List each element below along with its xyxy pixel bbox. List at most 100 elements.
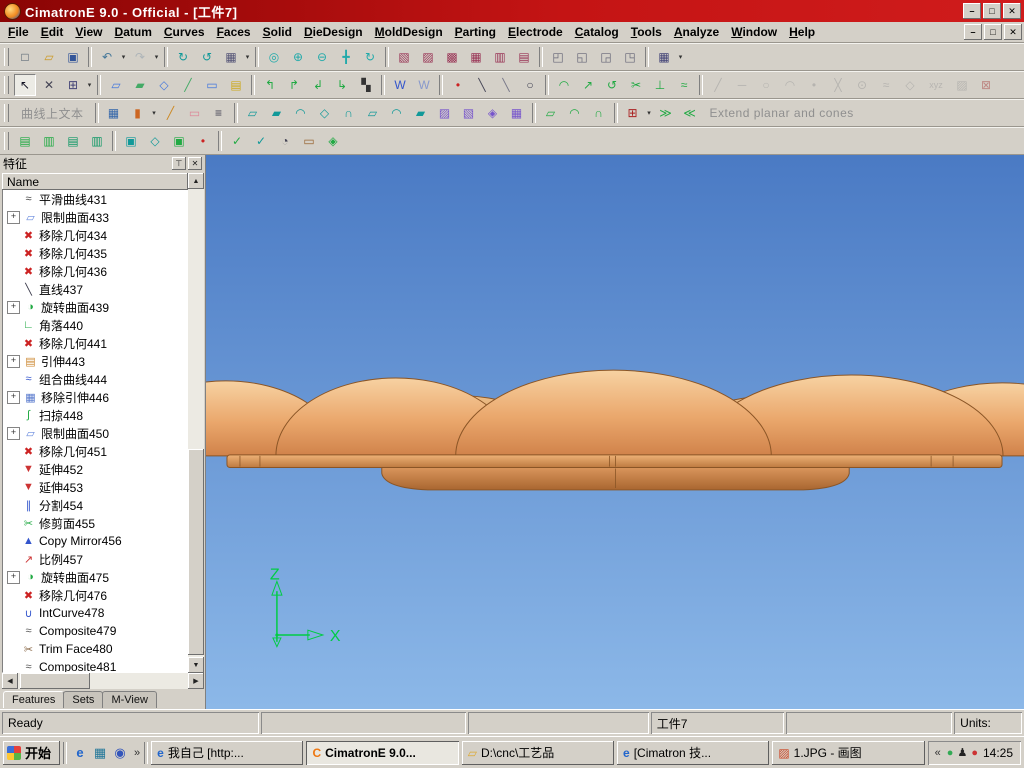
check-geometry-button[interactable]: ✓ <box>250 130 272 152</box>
tree-item[interactable]: ↗ 比例457 <box>3 550 188 568</box>
vertical-scroll-thumb[interactable] <box>188 449 204 655</box>
display-shaded-button[interactable]: ◲ <box>595 46 617 68</box>
tree-item[interactable]: ✖ 移除几何451 <box>3 442 188 460</box>
step-back-button[interactable]: ↰ <box>259 74 281 96</box>
menu-file[interactable]: File <box>2 23 35 41</box>
tree-item[interactable]: + ◑ 旋转曲面475 <box>3 568 188 586</box>
toolbar-grip[interactable] <box>4 104 9 122</box>
new-button[interactable]: □ <box>14 46 36 68</box>
filter-curves-button[interactable]: ◇ <box>153 74 175 96</box>
horizontal-scroll-thumb[interactable] <box>20 673 90 689</box>
verify-button[interactable]: ✓ <box>226 130 248 152</box>
taskbar-task[interactable]: ▱ D:\cnc\工艺品 <box>461 740 615 765</box>
attribute-table-button[interactable]: ▦ <box>103 102 125 124</box>
history-clock-button[interactable]: ◔ <box>274 130 296 152</box>
sketch-line-button[interactable]: ╱ <box>707 74 729 96</box>
tree-item[interactable]: ≈ 组合曲线444 <box>3 370 188 388</box>
scroll-right-icon[interactable]: ▶ <box>188 673 204 689</box>
extend-surface-button[interactable]: ≫ <box>655 102 677 124</box>
select-button[interactable]: ↖ <box>14 74 36 96</box>
tree-item[interactable]: + ◑ 旋转曲面439 <box>3 298 188 316</box>
menu-datum[interactable]: Datum <box>109 23 158 41</box>
pin-icon[interactable]: ⊤ <box>172 157 186 170</box>
planar-surface-button[interactable]: ▰ <box>266 102 288 124</box>
sketch-hline-button[interactable]: ─ <box>731 74 753 96</box>
tree-item[interactable]: + ▱ 限制曲面450 <box>3 424 188 442</box>
child-restore-button[interactable]: □ <box>984 24 1002 40</box>
tree-item[interactable]: ✂ 修剪面455 <box>3 514 188 532</box>
wcs-secondary-button[interactable]: W <box>413 74 435 96</box>
line-button[interactable]: ╲ <box>471 74 493 96</box>
sweep-surface-button[interactable]: ◇ <box>314 102 336 124</box>
display-edges-button[interactable]: ◳ <box>619 46 641 68</box>
preview-button[interactable]: ◈ <box>322 130 344 152</box>
display-hidden-line-button[interactable]: ◱ <box>571 46 593 68</box>
render-mode-button[interactable]: ▦ <box>653 46 675 68</box>
menu-electrode[interactable]: Electrode <box>502 23 569 41</box>
round-face-button[interactable]: ∩ <box>588 102 610 124</box>
ruled-surface-button[interactable]: ▱ <box>242 102 264 124</box>
tree-item[interactable]: ∪ IntCurve478 <box>3 604 188 622</box>
menu-faces[interactable]: Faces <box>211 23 257 41</box>
messenger-icon[interactable]: ● <box>947 747 954 759</box>
menu-molddesign[interactable]: MoldDesign <box>369 23 449 41</box>
menu-solid[interactable]: Solid <box>257 23 298 41</box>
horizontal-scrollbar[interactable]: ◀ ▶ <box>2 673 204 689</box>
polyline-button[interactable]: ╲ <box>495 74 517 96</box>
sketch-center-button[interactable]: ⊙ <box>851 74 873 96</box>
toolbar-grip[interactable] <box>4 48 9 66</box>
scroll-up-icon[interactable]: ▲ <box>188 173 204 189</box>
tree-item[interactable]: ✖ 移除几何476 <box>3 586 188 604</box>
menu-tools[interactable]: Tools <box>625 23 668 41</box>
go-last-button[interactable]: ↳ <box>331 74 353 96</box>
sketch-arc-button[interactable]: ◠ <box>779 74 801 96</box>
tree-item[interactable]: ∟ 角落440 <box>3 316 188 334</box>
blend-surface-button[interactable]: ▱ <box>362 102 384 124</box>
point-button[interactable]: • <box>447 74 469 96</box>
tree-item[interactable]: + ▤ 引伸443 <box>3 352 188 370</box>
media-player-icon[interactable]: ◉ <box>110 743 130 763</box>
tangent-curve-button[interactable]: ↗ <box>577 74 599 96</box>
xyz-input-button[interactable]: xyz <box>923 74 949 96</box>
filter-faces-button[interactable]: ▱ <box>105 74 127 96</box>
close-button[interactable]: ✕ <box>1003 3 1021 19</box>
tree-item[interactable]: ✖ 移除几何434 <box>3 226 188 244</box>
menu-view[interactable]: View <box>69 23 108 41</box>
sketch-spline-button[interactable]: ≈ <box>875 74 897 96</box>
panel-close-icon[interactable]: ✕ <box>188 157 202 170</box>
vertical-scrollbar[interactable]: ▲ ▼ <box>188 173 204 673</box>
grid-surface-button[interactable]: ▧ <box>458 102 480 124</box>
start-button[interactable]: 开始 <box>3 740 61 765</box>
tab-features[interactable]: Features <box>3 691 65 708</box>
sketch-poly-button[interactable]: ◇ <box>899 74 921 96</box>
dropdown-arrow-icon[interactable]: ▾ <box>119 47 128 67</box>
zoom-window-button[interactable]: ◎ <box>263 46 285 68</box>
wcs-button[interactable]: W <box>389 74 411 96</box>
tree-item[interactable]: ∥ 分割454 <box>3 496 188 514</box>
loft-surface-button[interactable]: ∩ <box>338 102 360 124</box>
drive-surface-button[interactable]: ⊞ <box>622 102 644 124</box>
taskbar-task[interactable]: e 我自己 [http:... <box>151 740 304 765</box>
regenerate-button[interactable]: ↻ <box>172 46 194 68</box>
expand-icon[interactable]: + <box>7 210 20 224</box>
child-close-button[interactable]: ✕ <box>1004 24 1022 40</box>
go-first-button[interactable]: ↲ <box>307 74 329 96</box>
menu-help[interactable]: Help <box>783 23 821 41</box>
pan-button[interactable]: ╋ <box>335 46 357 68</box>
bounding-box-button[interactable]: ◇ <box>144 130 166 152</box>
tree-item[interactable]: ∫ 扫掠448 <box>3 406 188 424</box>
tree-item[interactable]: ✂ Trim Face480 <box>3 640 188 658</box>
name-column-header[interactable]: Name <box>2 173 188 190</box>
expand-icon[interactable]: + <box>7 426 20 440</box>
active-part-button[interactable]: ▣ <box>168 130 190 152</box>
vertical-scroll-track[interactable] <box>188 189 204 657</box>
menu-diedesign[interactable]: DieDesign <box>298 23 369 41</box>
antivirus-icon[interactable]: ● <box>971 747 978 759</box>
restore-button[interactable]: □ <box>983 3 1001 19</box>
dropdown-arrow-icon[interactable]: ▾ <box>85 75 94 95</box>
model-base-plate[interactable] <box>226 454 1003 469</box>
pen-button[interactable]: ╱ <box>160 102 182 124</box>
tree-item[interactable]: ▲ Copy Mirror456 <box>3 532 188 550</box>
tree-item[interactable]: ≈ 平滑曲线431 <box>3 190 188 208</box>
expand-icon[interactable]: + <box>7 390 20 404</box>
